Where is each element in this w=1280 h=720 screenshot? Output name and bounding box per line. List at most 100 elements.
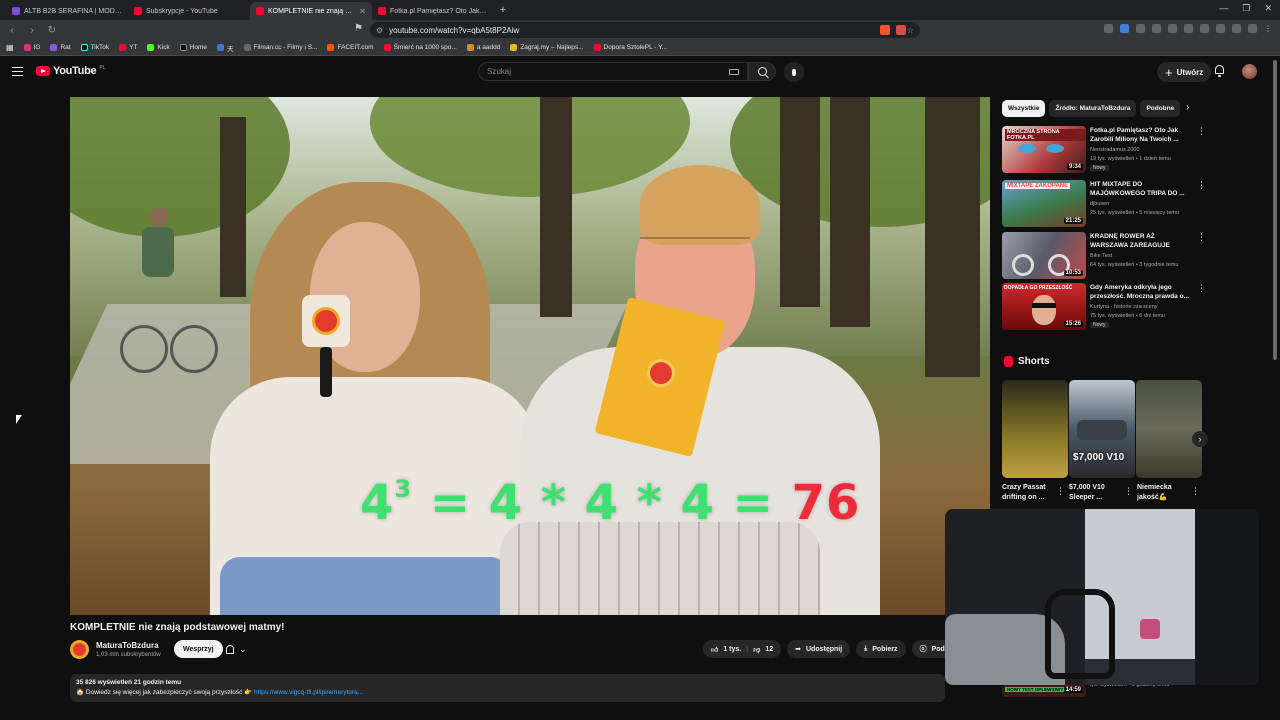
related-video[interactable]: MROCZNA STRONA FOTKA.PL 9:34 Fotka.pl Pa… [1002,126,1206,174]
extension-icon[interactable] [1104,24,1113,33]
related-video-channel[interactable]: djbusen [1090,201,1109,207]
brave-rewards-icon[interactable] [896,25,906,35]
channel-name[interactable]: MaturaToBzdura [96,641,159,650]
keyboard-icon[interactable] [729,68,739,75]
related-video-channel[interactable]: Kurtyna - historie zza sceny [1090,304,1158,310]
related-video-title[interactable]: Gdy Ameryka odkryła jego przeszłość. Mro… [1090,283,1192,301]
short-title[interactable]: $7,000 V10 Sleeper ... [1069,483,1121,503]
browser-tab-active[interactable]: KOMPLETNIE nie znają podsta ✕ [250,2,372,20]
search-button[interactable] [748,62,776,81]
more-options-icon[interactable]: ⋮ [1124,486,1133,497]
forward-icon[interactable]: › [26,25,38,36]
page-scrollbar[interactable] [1273,60,1277,360]
related-video[interactable]: MIXTAPE ZAKOPANE 21:25 HIT MIXTAPE DO MA… [1002,180,1206,228]
related-video-title[interactable]: HIT MIXTAPE DO MAJÓWKOWEGO TRIPA DO ... [1090,180,1192,198]
bookmark-item[interactable]: a aaddd [466,44,500,51]
more-options-icon[interactable]: ⋮ [1197,126,1206,137]
related-video-channel[interactable]: Neostradamus 2000 [1090,147,1140,153]
url-bar[interactable]: ⚙ youtube.com/watch?v=qbA5t8P2Aiw ▭ ⇪ ☆ [370,22,920,38]
create-button[interactable]: + Utwórz [1157,62,1212,82]
menu-hamburger-icon[interactable] [12,67,23,76]
related-video[interactable]: 10:53 KRADNĘ ROWER AŻ WARSZAWA ZAREAGUJE… [1002,232,1206,280]
shorts-next-button[interactable]: › [1192,431,1208,447]
related-video[interactable]: DOPADŁA GO PRZESZŁOŚĆ 15:26 Gdy Ameryka … [1002,283,1206,331]
browser-tab[interactable]: Subskrypcje - YouTube [128,2,250,20]
bookmark-item[interactable]: Kick [147,44,170,51]
related-video-channel[interactable]: Bike Test [1090,253,1112,259]
avatar[interactable] [1242,64,1257,79]
more-options-icon[interactable]: ⋮ [1197,232,1206,243]
more-options-icon[interactable]: ⋮ [1056,486,1065,497]
extension-icon[interactable] [1152,24,1161,33]
video-thumbnail[interactable]: MIXTAPE ZAKOPANE 21:25 [1002,180,1086,227]
more-options-icon[interactable]: ⋮ [1191,486,1200,497]
browser-tab[interactable]: Fotka.pl Pamiętasz? Oto Jak Zarobił [372,2,494,20]
short-title[interactable]: Niemiecka jakość💪 [1137,483,1189,503]
bookmark-item[interactable]: Zagraj.my – Najleps... [510,44,584,51]
video-thumbnail[interactable]: MROCZNA STRONA FOTKA.PL 9:34 [1002,126,1086,173]
bookmark-icon[interactable]: ⚑ [354,23,363,34]
reload-icon[interactable]: ↻ [46,25,58,36]
chip-related[interactable]: Podobne [1140,100,1181,117]
download-button[interactable]: ⤓ Pobierz [856,640,906,658]
voice-search-button[interactable] [784,62,804,82]
chip-from-channel[interactable]: Źródło: MaturaToBzdura [1049,100,1137,117]
bookmark-item[interactable]: Śmierć na 1000 spo... [383,44,457,51]
short-thumbnail[interactable] [1136,380,1202,478]
share-arrow-icon: ➦ [795,646,801,653]
chip-all[interactable]: Wszystkie [1002,100,1046,117]
extension-icon[interactable] [1184,24,1193,33]
bookmark-item[interactable]: Filman.cc - Filmy i S... [243,44,317,51]
bookmark-item[interactable]: IG [23,44,40,51]
short-thumbnail[interactable]: $7,000 V10 [1069,380,1135,478]
chevron-right-icon[interactable]: › [1186,102,1189,113]
related-video-title[interactable]: KRADNĘ ROWER AŻ WARSZAWA ZAREAGUJE [1090,232,1192,250]
description-link[interactable]: https://www.vigcq-tfi.pl/ipi/emerytura..… [254,689,363,696]
channel-avatar[interactable] [70,640,89,659]
extension-icon[interactable] [1248,24,1257,33]
bookmark-item[interactable]: YT [119,44,137,51]
bookmark-item[interactable]: 天 [217,43,234,53]
extension-icon[interactable] [1168,24,1177,33]
bookmark-item[interactable]: Home [179,44,207,51]
related-video[interactable]: NOWY TEST OPLEWIOWY 14:59 [1002,685,1086,697]
bookmark-item[interactable]: Dopora SztolePL - Y... [593,44,667,51]
thumbs-down-icon[interactable]: 👎︎ [753,645,760,654]
extension-icon[interactable] [1200,24,1209,33]
apps-grid-icon[interactable]: ▦ [6,43,14,52]
bookmark-item[interactable]: Rat [50,44,71,51]
extension-icon[interactable] [1232,24,1241,33]
video-thumbnail[interactable]: 10:53 [1002,232,1086,279]
close-tab-icon[interactable]: ✕ [359,7,366,16]
short-title[interactable]: Crazy Passat drifting on ... [1002,483,1054,503]
notifications-bell-icon[interactable] [1214,65,1225,77]
subscription-bell-button[interactable]: ⌄ [226,640,260,658]
more-options-icon[interactable]: ⋮ [1197,180,1206,191]
extension-icon[interactable] [1136,24,1145,33]
back-icon[interactable]: ‹ [6,25,18,36]
close-window-icon[interactable]: ✕ [1264,3,1272,14]
like-button[interactable]: 👍︎ 1 tys. | 👎︎ 12 [703,640,782,658]
extension-icon[interactable] [1120,24,1129,33]
video-player[interactable]: 43 = 4 * 4 * 4 = 76 [70,97,990,615]
search-input[interactable]: Szukaj [478,62,748,81]
site-info-icon[interactable]: ⚙ [376,26,383,35]
bookmark-item[interactable]: FACEIT.com [327,44,374,51]
video-thumbnail[interactable]: DOPADŁA GO PRZESZŁOŚĆ 15:26 [1002,283,1086,330]
share-button[interactable]: ➦ Udostępnij [787,640,851,658]
restore-icon[interactable]: ❐ [1242,3,1250,14]
menu-dots-icon[interactable]: ⋮ [1264,24,1272,33]
related-video-title[interactable]: Fotka.pl Pamiętasz? Oto Jak Zarobili Mil… [1090,126,1192,144]
youtube-logo[interactable]: YouTube PL [36,65,105,77]
minimize-icon[interactable]: — [1219,3,1228,14]
extension-icon[interactable] [1216,24,1225,33]
brave-shield-icon[interactable] [880,25,890,35]
star-icon[interactable]: ☆ [907,26,914,35]
bookmark-item[interactable]: TikTok [80,44,109,51]
short-thumbnail[interactable] [1002,380,1068,478]
browser-tab[interactable]: ALTB B2B SERAFINA | MODUŁ AF [6,2,128,20]
more-options-icon[interactable]: ⋮ [1197,283,1206,294]
video-description[interactable]: 35 826 wyświetleń 21 godzin temu 🏠 Dowie… [70,674,945,702]
support-button[interactable]: Wesprzyj [174,640,223,658]
new-tab-icon[interactable]: + [494,4,512,16]
